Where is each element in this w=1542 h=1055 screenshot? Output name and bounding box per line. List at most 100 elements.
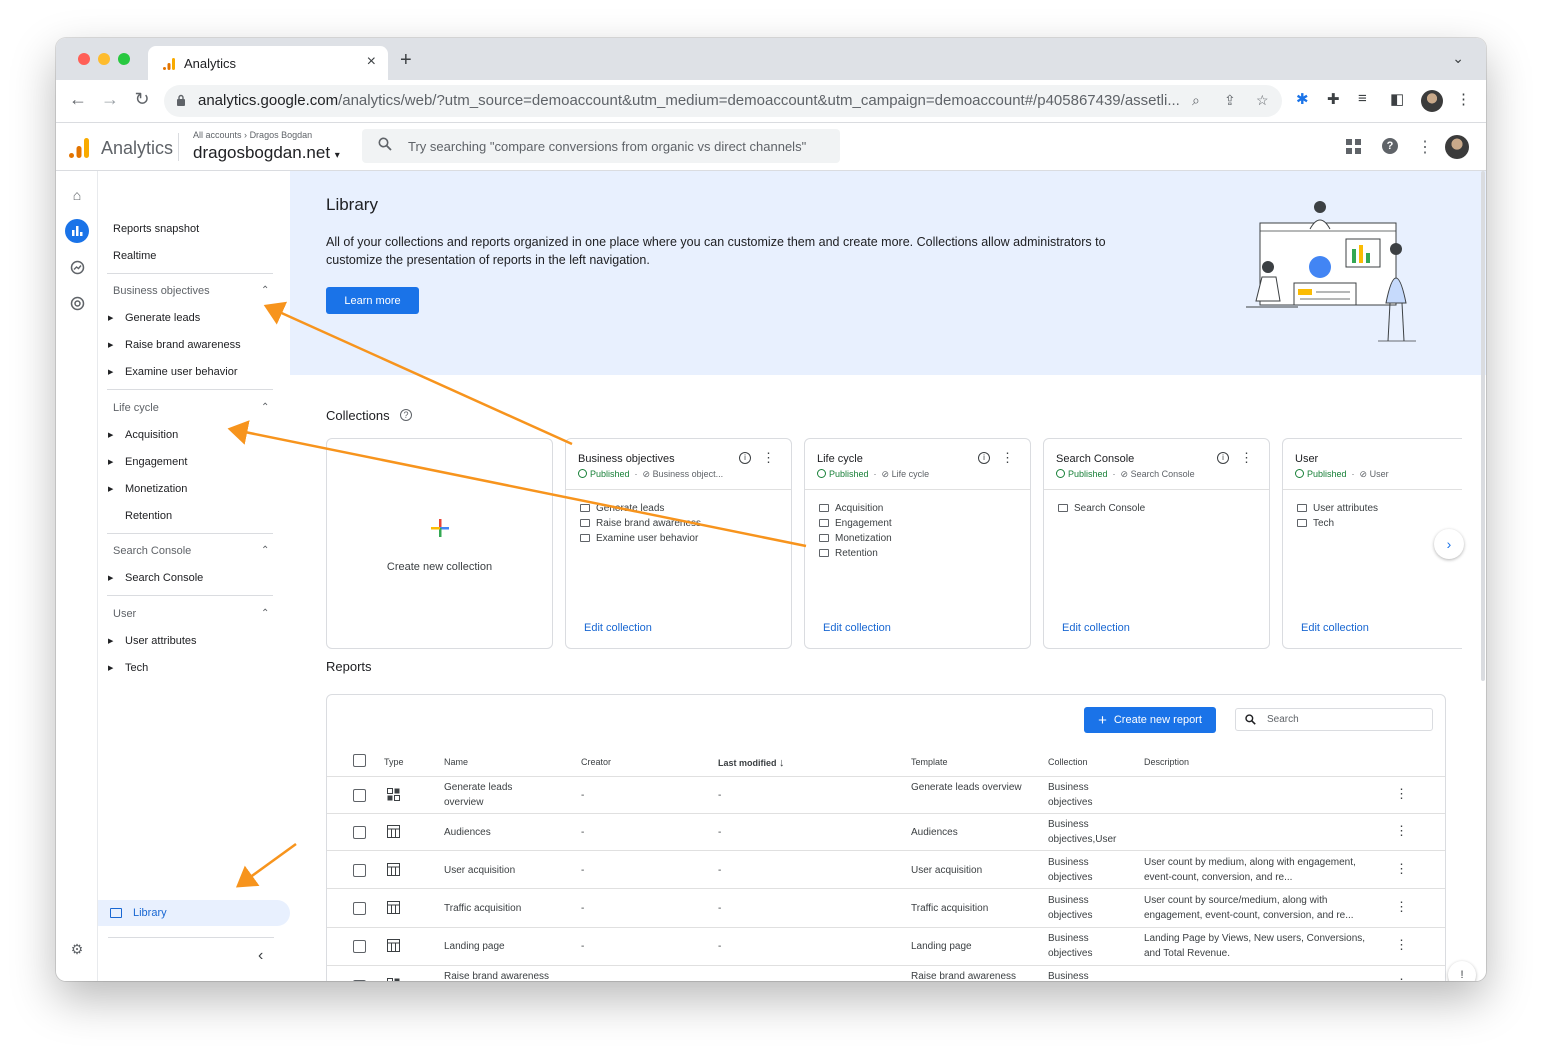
create-new-report-button[interactable]: + Create new report xyxy=(1084,707,1216,733)
nav-realtime[interactable]: Realtime xyxy=(113,250,156,262)
collapse-chevron-icon[interactable]: ⌃ xyxy=(261,402,269,413)
new-tab-icon[interactable]: + xyxy=(400,49,412,72)
admin-gear-icon[interactable]: ⚙ xyxy=(65,937,89,961)
expand-caret-icon[interactable]: ▶ xyxy=(108,574,113,582)
collapse-chevron-icon[interactable]: ⌃ xyxy=(261,545,269,556)
nav-item-engagement[interactable]: Engagement xyxy=(125,456,187,468)
nav-item-acquisition[interactable]: Acquisition xyxy=(125,429,178,441)
more-options-kebab-icon[interactable]: ⋮ xyxy=(1417,137,1433,157)
report-name[interactable]: Traffic acquisition xyxy=(444,901,554,916)
table-row[interactable]: Audiences - - Audiences Business objecti… xyxy=(327,813,1445,851)
back-arrow-icon[interactable]: ← xyxy=(66,89,90,110)
row-checkbox[interactable] xyxy=(353,864,366,877)
tab-search-chevron-icon[interactable]: ⌄ xyxy=(1452,50,1464,67)
share-icon[interactable]: ⇪ xyxy=(1224,92,1236,109)
nav-section-life-cycle[interactable]: Life cycle xyxy=(113,402,159,414)
learn-more-button[interactable]: Learn more xyxy=(326,287,419,314)
info-icon[interactable]: i xyxy=(739,452,751,464)
table-row[interactable]: Raise brand awareness Raise brand awaren… xyxy=(327,965,1445,981)
advertising-icon[interactable] xyxy=(65,291,89,315)
row-checkbox[interactable] xyxy=(353,826,366,839)
table-row[interactable]: Landing page - - Landing page Business o… xyxy=(327,927,1445,965)
user-avatar[interactable] xyxy=(1445,135,1469,159)
card-menu-kebab-icon[interactable]: ⋮ xyxy=(1001,450,1014,466)
report-name[interactable]: Audiences xyxy=(444,825,554,840)
collapse-chevron-icon[interactable]: ⌃ xyxy=(261,285,269,296)
edit-collection-link[interactable]: Edit collection xyxy=(1301,622,1369,634)
explore-icon[interactable] xyxy=(65,255,89,279)
card-menu-kebab-icon[interactable]: ⋮ xyxy=(762,450,775,466)
column-header-collection[interactable]: Collection xyxy=(1048,757,1088,767)
side-panel-icon[interactable]: ◧ xyxy=(1390,90,1404,108)
nav-item-user-attributes[interactable]: User attributes xyxy=(125,635,197,647)
row-menu-kebab-icon[interactable]: ⋮ xyxy=(1395,976,1408,981)
home-icon[interactable]: ⌂ xyxy=(65,183,89,207)
feedback-icon[interactable]: ! xyxy=(1448,961,1476,981)
row-checkbox[interactable] xyxy=(353,902,366,915)
row-menu-kebab-icon[interactable]: ⋮ xyxy=(1395,786,1408,802)
extension-bug-icon[interactable]: ✱ xyxy=(1296,90,1309,108)
browser-profile-avatar[interactable] xyxy=(1421,90,1443,112)
collapse-nav-chevron-icon[interactable]: ‹ xyxy=(258,947,263,965)
column-header-description[interactable]: Description xyxy=(1144,757,1189,767)
address-bar[interactable]: analytics.google.com/analytics/web/?utm_… xyxy=(164,85,1282,117)
nav-item-generate-leads[interactable]: Generate leads xyxy=(125,312,200,324)
collapse-chevron-icon[interactable]: ⌃ xyxy=(261,608,269,619)
row-menu-kebab-icon[interactable]: ⋮ xyxy=(1395,861,1408,877)
zoom-icon[interactable]: ⌕ xyxy=(1192,92,1200,109)
expand-caret-icon[interactable]: ▶ xyxy=(108,431,113,439)
edit-collection-link[interactable]: Edit collection xyxy=(1062,622,1130,634)
nav-item-tech[interactable]: Tech xyxy=(125,662,148,674)
bookmark-star-icon[interactable]: ☆ xyxy=(1256,92,1269,109)
nav-item-retention[interactable]: Retention xyxy=(125,510,172,522)
reload-icon[interactable]: ↻ xyxy=(130,89,154,110)
carousel-next-chevron-icon[interactable]: › xyxy=(1434,529,1464,559)
close-tab-icon[interactable]: × xyxy=(367,53,376,71)
help-icon[interactable]: ? xyxy=(1382,138,1398,154)
collection-card[interactable]: Business objectives i ⋮ Published · ⊘ Bu… xyxy=(565,438,792,649)
apps-grid-icon[interactable] xyxy=(1346,139,1361,154)
row-checkbox[interactable] xyxy=(353,940,366,953)
column-header-last-modified[interactable]: Last modified ↓ xyxy=(718,757,785,769)
report-name[interactable]: User acquisition xyxy=(444,863,554,878)
extensions-puzzle-icon[interactable]: ✚ xyxy=(1327,90,1340,108)
column-header-name[interactable]: Name xyxy=(444,757,468,767)
help-question-icon[interactable]: ? xyxy=(400,409,412,421)
edit-collection-link[interactable]: Edit collection xyxy=(823,622,891,634)
row-menu-kebab-icon[interactable]: ⋮ xyxy=(1395,937,1408,953)
table-row[interactable]: Traffic acquisition - - Traffic acquisit… xyxy=(327,888,1445,926)
column-header-template[interactable]: Template xyxy=(911,757,948,767)
property-selector[interactable]: dragosbogdan.net ▾ xyxy=(193,143,340,163)
table-row[interactable]: Generate leads overview - - Generate lea… xyxy=(327,776,1445,814)
column-header-type[interactable]: Type xyxy=(384,757,404,767)
report-name[interactable]: Raise brand awareness xyxy=(444,969,574,981)
create-collection-card[interactable]: Create new collection xyxy=(326,438,553,649)
row-menu-kebab-icon[interactable]: ⋮ xyxy=(1395,899,1408,915)
row-checkbox[interactable] xyxy=(353,980,366,981)
nav-section-business-objectives[interactable]: Business objectives xyxy=(113,285,210,297)
nav-item-search-console[interactable]: Search Console xyxy=(125,572,203,584)
nav-library[interactable]: Library xyxy=(98,900,290,926)
account-breadcrumb[interactable]: All accounts › Dragos Bogdan xyxy=(193,130,312,140)
column-header-creator[interactable]: Creator xyxy=(581,757,611,767)
forward-arrow-icon[interactable]: → xyxy=(98,89,122,110)
page-scrollbar[interactable] xyxy=(1481,171,1485,681)
media-control-icon[interactable]: ≡ xyxy=(1358,90,1367,107)
row-checkbox[interactable] xyxy=(353,789,366,802)
sort-down-arrow-icon[interactable]: ↓ xyxy=(779,757,785,769)
reports-search-input[interactable]: Search xyxy=(1235,708,1433,731)
close-window-button[interactable] xyxy=(78,53,90,65)
report-name[interactable]: Generate leads overview xyxy=(444,780,554,810)
expand-caret-icon[interactable]: ▶ xyxy=(108,485,113,493)
table-row[interactable]: User acquisition - - User acquisition Bu… xyxy=(327,850,1445,888)
nav-section-search-console[interactable]: Search Console xyxy=(113,545,191,557)
expand-caret-icon[interactable]: ▶ xyxy=(108,368,113,376)
expand-caret-icon[interactable]: ▶ xyxy=(108,314,113,322)
expand-caret-icon[interactable]: ▶ xyxy=(108,637,113,645)
breadcrumb-account[interactable]: Dragos Bogdan xyxy=(250,130,313,140)
reports-icon[interactable] xyxy=(65,219,89,243)
nav-item-monetization[interactable]: Monetization xyxy=(125,483,187,495)
select-all-checkbox[interactable] xyxy=(353,754,366,767)
nav-item-raise-brand-awareness[interactable]: Raise brand awareness xyxy=(125,339,241,351)
nav-section-user[interactable]: User xyxy=(113,608,136,620)
